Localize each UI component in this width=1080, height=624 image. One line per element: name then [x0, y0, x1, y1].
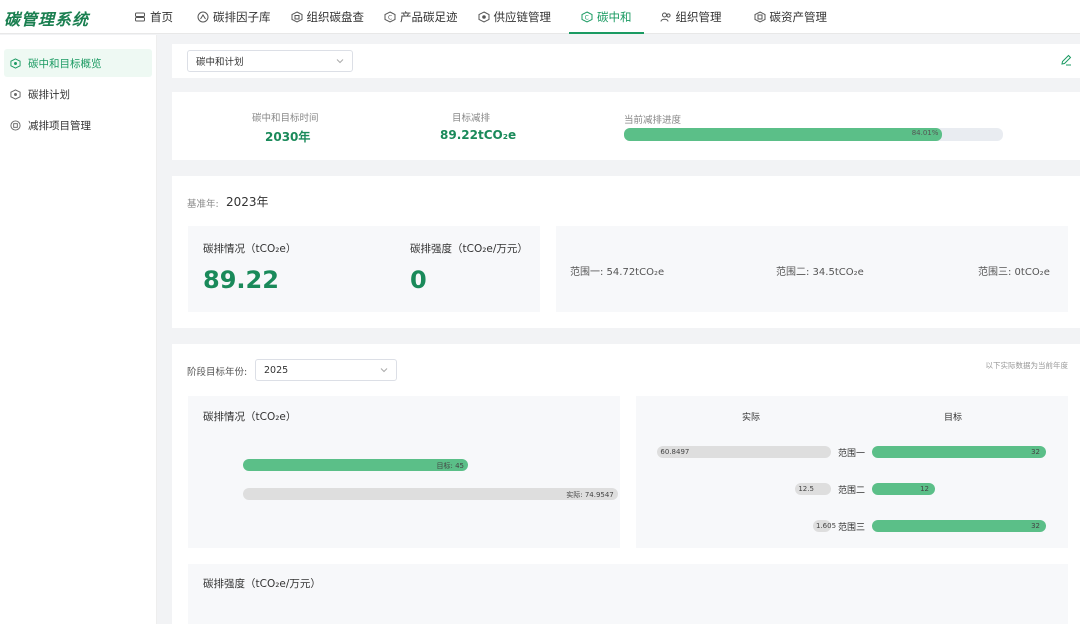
plan-icon	[10, 88, 21, 100]
edit-icon[interactable]	[1060, 54, 1072, 66]
scope-target-value-label: 32	[1031, 448, 1040, 456]
emission-value: 89.22	[203, 266, 279, 294]
actual-emission-bar: 实际: 74.9547	[243, 488, 618, 500]
nav-carbon-asset[interactable]: 碳资产管理	[744, 0, 838, 34]
org-check-icon	[291, 11, 302, 23]
project-icon	[10, 119, 21, 131]
svg-text:C: C	[388, 15, 392, 22]
scope-card: 范围一: 54.72tCO₂e 范围二: 34.5tCO₂e 范围三: 0tCO…	[556, 226, 1068, 312]
nav-home[interactable]: 首页	[124, 0, 183, 34]
scope-category-label: 范围一	[838, 449, 866, 459]
plan-select-value: 碳中和计划	[196, 57, 244, 68]
scope3-text: 范围三: 0tCO₂e	[978, 267, 1050, 278]
scope-target-bar: 32	[872, 520, 1046, 532]
target-time-label: 碳中和目标时间	[252, 113, 319, 124]
stage-intensity-card: 碳排强度（tCO₂e/万元）	[188, 564, 1068, 624]
main-nav: 首页 碳排因子库 组织碳盘查 C 产品碳足迹 供应链管理 C 碳中和 组织管理 …	[124, 0, 837, 34]
sidebar-item-plan[interactable]: 碳排计划	[4, 80, 152, 108]
sidebar-item-plan-label: 碳排计划	[28, 88, 70, 101]
sidebar-item-projects[interactable]: 减排项目管理	[4, 111, 152, 139]
overview-icon	[10, 57, 21, 69]
plan-select[interactable]: 碳中和计划	[187, 50, 353, 72]
baseline-year-label: 基准年:	[187, 199, 219, 210]
nav-supply-label: 供应链管理	[493, 10, 552, 24]
scope1-text: 范围一: 54.72tCO₂e	[570, 267, 665, 278]
scope2-text: 范围二: 34.5tCO₂e	[776, 267, 864, 278]
sidebar-item-projects-label: 减排项目管理	[28, 119, 91, 132]
nav-product-label: 产品碳足迹	[400, 10, 458, 24]
stage-panel: 阶段目标年份: 2025 以下实际数据为当前年度 碳排情况（tCO₂e） 目标:…	[172, 344, 1080, 624]
intensity-title: 碳排强度（tCO₂e/万元）	[410, 243, 528, 255]
summary-panel: 碳中和目标时间 2030年 目标减排 89.22tCO₂e 当前减排进度 84.…	[172, 92, 1080, 160]
stage-year-select[interactable]: 2025	[255, 359, 397, 381]
nav-product-footprint[interactable]: C 产品碳足迹	[374, 0, 468, 34]
intensity-value: 0	[410, 266, 427, 294]
scope-target-bar: 12	[872, 483, 935, 495]
target-time-value: 2030年	[265, 130, 311, 144]
nav-neutral-label: 碳中和	[597, 10, 632, 24]
nav-org-check[interactable]: 组织碳盘查	[281, 0, 375, 34]
actual-data-note: 以下实际数据为当前年度	[985, 361, 1069, 370]
sidebar: 碳中和目标概览 碳排计划 减排项目管理	[0, 35, 157, 624]
app-title: 碳管理系统	[4, 10, 90, 29]
target-reduction-value: 89.22tCO₂e	[440, 128, 517, 142]
nav-org-check-label: 组织碳盘查	[306, 10, 365, 24]
chevron-down-icon	[380, 368, 388, 373]
scope-target-bar: 32	[872, 446, 1046, 458]
nav-carbon-neutral[interactable]: C 碳中和	[569, 0, 644, 34]
target-bar-label: 目标: 45	[436, 462, 465, 470]
scope-actual-value-label: 60.8497	[660, 448, 690, 456]
scope-actual-bar: 1.605	[813, 520, 836, 532]
chevron-down-icon	[336, 59, 344, 64]
sidebar-item-overview-label: 碳中和目标概览	[28, 57, 102, 70]
stage-year-label: 阶段目标年份:	[187, 367, 248, 378]
stage-intensity-title: 碳排强度（tCO₂e/万元）	[203, 578, 321, 590]
scope-actual-value-label: 12.5	[798, 485, 814, 493]
baseline-panel: 基准年: 2023年 碳排情况（tCO₂e） 89.22 碳排强度（tCO₂e/…	[172, 176, 1080, 328]
scope-category-label: 范围二	[838, 486, 866, 496]
scope-target-value-label: 12	[920, 485, 929, 493]
actual-bar-label: 实际: 74.9547	[566, 491, 614, 499]
target-header: 目标	[944, 413, 963, 423]
svg-text:C: C	[585, 15, 589, 22]
users-icon	[660, 12, 671, 22]
product-icon: C	[384, 11, 396, 23]
progress-label: 当前减排进度	[624, 115, 682, 126]
stage-emission-title: 碳排情况（tCO₂e）	[203, 411, 297, 423]
nav-home-label: 首页	[150, 10, 173, 24]
stage-scope-card: 实际 目标 60.8497 范围一 32 12.5 范围二 12 1.605 范围三 32	[636, 396, 1068, 548]
scope-category-label: 范围三	[838, 523, 866, 533]
nav-factor-library[interactable]: 碳排因子库	[187, 0, 281, 34]
nav-factor-label: 碳排因子库	[213, 10, 271, 24]
plan-select-panel: 碳中和计划	[172, 44, 1080, 78]
stage-emission-card: 碳排情况（tCO₂e） 目标: 45 实际: 74.9547	[188, 396, 620, 548]
scope-actual-value-label: 1.605	[816, 522, 837, 530]
emission-title: 碳排情况（tCO₂e）	[203, 243, 297, 255]
stage-year-value: 2025	[264, 364, 289, 376]
scope-actual-bar: 60.8497	[657, 446, 831, 458]
sidebar-item-overview[interactable]: 碳中和目标概览	[4, 49, 152, 77]
baseline-stats-card: 碳排情况（tCO₂e） 89.22 碳排强度（tCO₂e/万元） 0	[188, 226, 540, 312]
nav-asset-label: 碳资产管理	[769, 10, 828, 24]
progress-percent-text: 84.01%	[911, 129, 939, 137]
asset-icon	[754, 11, 765, 23]
actual-header: 实际	[742, 413, 761, 423]
reduction-progress-fill: 84.01%	[624, 128, 943, 141]
nav-org-management[interactable]: 组织管理	[650, 0, 732, 34]
scope-target-value-label: 32	[1031, 522, 1040, 530]
nav-org-management-label: 组织管理	[675, 10, 722, 24]
target-reduction-label: 目标减排	[452, 113, 491, 124]
supply-icon	[478, 11, 489, 23]
target-emission-bar: 目标: 45	[243, 459, 468, 471]
nav-supply-chain[interactable]: 供应链管理	[468, 0, 562, 34]
factor-icon	[197, 11, 209, 23]
scope-actual-bar: 12.5	[795, 483, 831, 495]
top-nav-bar: 碳管理系统 首页 碳排因子库 组织碳盘查 C 产品碳足迹 供应链管理 C 碳中和…	[0, 0, 1080, 34]
neutral-icon: C	[581, 11, 593, 23]
reduction-progress-bar: 84.01%	[624, 128, 1003, 141]
home-icon	[135, 12, 145, 22]
baseline-year-value: 2023年	[226, 195, 269, 209]
